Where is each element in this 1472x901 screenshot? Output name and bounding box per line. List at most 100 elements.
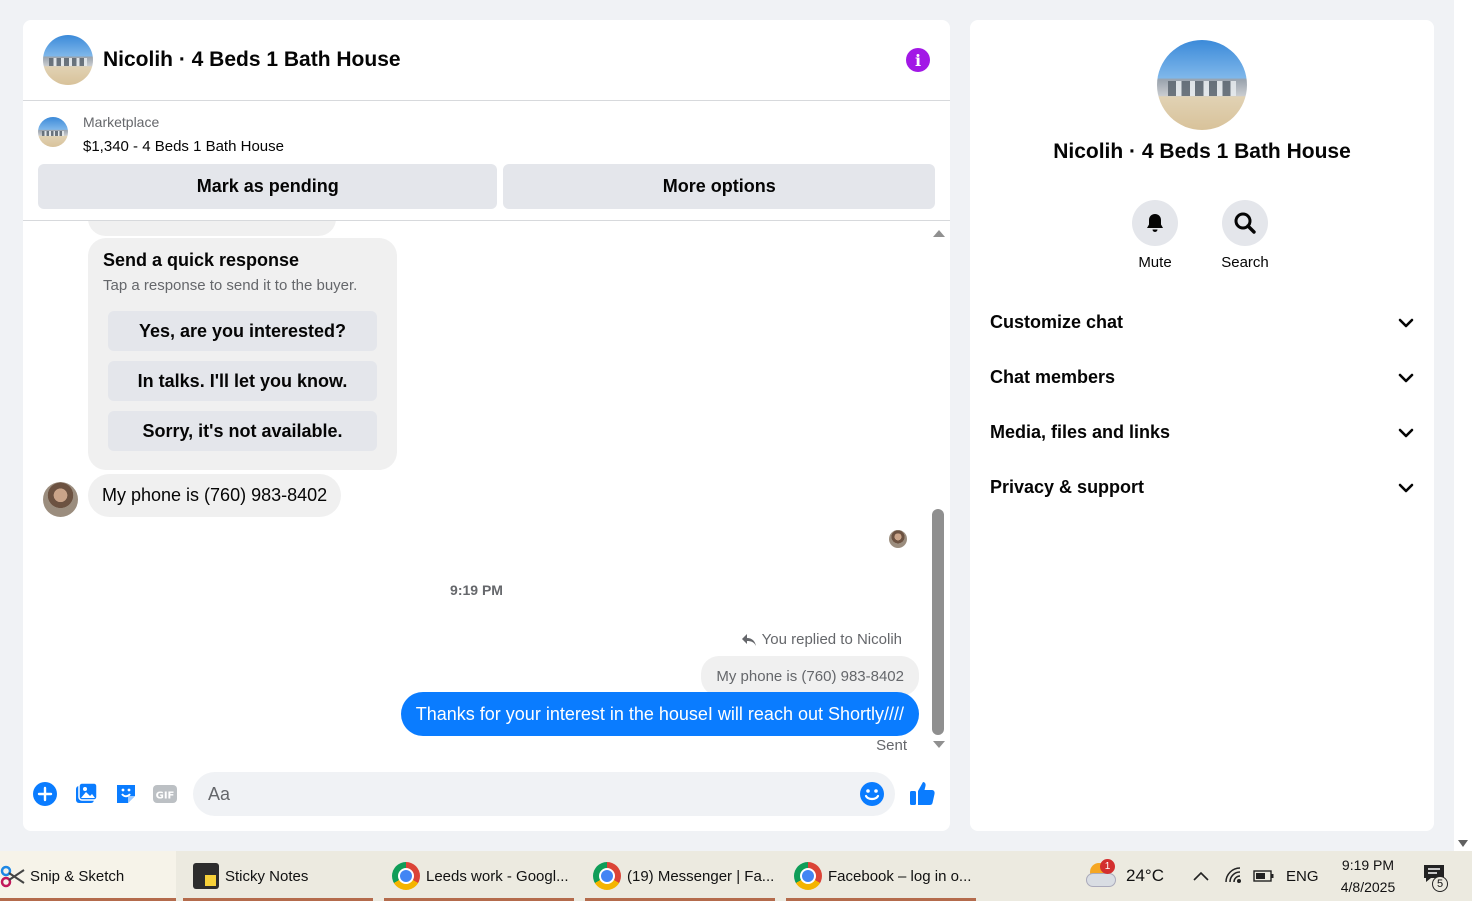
- message-input[interactable]: Aa: [193, 772, 895, 816]
- chat-header: Nicolih · 4 Beds 1 Bath House i: [23, 20, 950, 101]
- language-indicator[interactable]: ENG: [1286, 851, 1319, 901]
- svg-text:GIF: GIF: [156, 791, 175, 802]
- clock-date: 4/8/2025: [1340, 879, 1396, 895]
- message-input-placeholder: Aa: [208, 783, 231, 804]
- taskbar-app-label: (19) Messenger | Fa...: [627, 867, 775, 885]
- sticky-notes-icon: [193, 863, 219, 889]
- listing-banner: Marketplace $1,340 - 4 Beds 1 Bath House…: [23, 101, 950, 221]
- network-status[interactable]: [1224, 851, 1244, 901]
- reply-indicator: You replied to Nicolih: [741, 631, 902, 648]
- quick-response-card: Send a quick response Tap a response to …: [88, 238, 397, 470]
- chevron-down-icon: [1398, 373, 1414, 382]
- notification-count: 5: [1432, 876, 1448, 892]
- quick-response-option[interactable]: In talks. I'll let you know.: [108, 361, 377, 401]
- emoji-icon[interactable]: [859, 781, 885, 807]
- notification-icon: 5: [1420, 861, 1450, 892]
- battery-icon: [1253, 870, 1274, 882]
- scroll-down-arrow-icon[interactable]: [1458, 840, 1468, 847]
- listing-source: Marketplace: [83, 114, 160, 130]
- taskbar-app-chrome-facebook[interactable]: Facebook – log in o...: [786, 851, 976, 901]
- taskbar-app-label: Facebook – log in o...: [828, 867, 972, 885]
- snip-sketch-icon: [0, 865, 25, 888]
- sticker-icon[interactable]: [113, 781, 139, 807]
- listing-price-title[interactable]: $1,340 - 4 Beds 1 Bath House: [83, 138, 284, 155]
- message-scrollbar[interactable]: [928, 221, 950, 761]
- weather-widget[interactable]: 1 24°C: [1086, 851, 1164, 901]
- sent-status: Sent: [876, 737, 907, 754]
- section-label: Chat members: [990, 367, 1116, 387]
- taskbar-app-chrome-leeds[interactable]: Leeds work - Googl...: [384, 851, 574, 901]
- page-scrollbar[interactable]: [1454, 0, 1472, 851]
- taskbar-app-label: Sticky Notes: [225, 867, 309, 885]
- reply-icon: [741, 633, 756, 646]
- seen-indicator-avatar: [889, 530, 907, 548]
- mute-label: Mute: [1138, 254, 1172, 271]
- incoming-message-bubble[interactable]: My phone is (760) 983-8402: [88, 474, 342, 517]
- quick-response-subtitle: Tap a response to send it to the buyer.: [103, 277, 358, 294]
- chevron-down-icon: [1398, 428, 1414, 437]
- taskbar-app-sticky-notes[interactable]: Sticky Notes: [183, 851, 373, 901]
- listing-thumbnail[interactable]: [38, 117, 68, 147]
- plus-icon[interactable]: [32, 781, 58, 807]
- chrome-icon: [593, 862, 621, 890]
- media-files-links-section[interactable]: Media, files and links: [970, 405, 1434, 460]
- chat-title[interactable]: Nicolih · 4 Beds 1 Bath House: [103, 48, 906, 72]
- chrome-icon: [392, 862, 420, 890]
- wifi-icon: [1225, 867, 1241, 883]
- sender-avatar[interactable]: [43, 482, 78, 517]
- chat-members-section[interactable]: Chat members: [970, 350, 1434, 405]
- clock-time: 9:19 PM: [1341, 857, 1395, 873]
- clock[interactable]: 9:19 PM 4/8/2025: [1330, 851, 1406, 901]
- show-hidden-icons-button[interactable]: [1192, 851, 1210, 901]
- mark-pending-button[interactable]: Mark as pending: [38, 164, 498, 209]
- info-icon[interactable]: i: [906, 48, 930, 72]
- weather-temp: 24°C: [1126, 866, 1164, 885]
- chat-avatar[interactable]: [43, 35, 93, 85]
- message-timestamp: 9:19 PM: [450, 582, 503, 598]
- privacy-support-section[interactable]: Privacy & support: [970, 460, 1434, 515]
- section-label: Customize chat: [990, 312, 1124, 332]
- profile-name[interactable]: Nicolih · 4 Beds 1 Bath House: [970, 140, 1434, 164]
- section-label: Media, files and links: [990, 422, 1171, 442]
- scrollbar-thumb[interactable]: [932, 509, 944, 735]
- scroll-down-arrow-icon[interactable]: [933, 741, 945, 748]
- chrome-icon: [794, 862, 822, 890]
- taskbar: Snip & Sketch Sticky Notes Leeds work - …: [0, 851, 1472, 901]
- taskbar-app-label: Snip & Sketch: [30, 867, 125, 885]
- mute-button[interactable]: Mute: [1115, 200, 1195, 271]
- profile-avatar[interactable]: [1157, 40, 1247, 130]
- bell-icon: [1147, 214, 1163, 232]
- sent-message-bubble[interactable]: Thanks for your interest in the houseI w…: [400, 692, 919, 736]
- conversation-info-panel: Nicolih · 4 Beds 1 Bath House Mute Searc…: [970, 20, 1434, 831]
- section-label: Privacy & support: [990, 477, 1145, 497]
- weather-icon: 1: [1086, 859, 1118, 891]
- chat-panel: Nicolih · 4 Beds 1 Bath House i Marketpl…: [23, 20, 950, 831]
- language-label: ENG: [1286, 867, 1319, 885]
- message-list: Send a quick response Tap a response to …: [23, 221, 950, 761]
- search-icon: [1234, 212, 1256, 234]
- customize-chat-section[interactable]: Customize chat: [970, 295, 1434, 350]
- taskbar-app-label: Leeds work - Googl...: [426, 867, 569, 885]
- chevron-down-icon: [1398, 318, 1414, 327]
- taskbar-app-snip-sketch[interactable]: Snip & Sketch: [0, 851, 176, 901]
- more-options-button[interactable]: More options: [503, 164, 935, 209]
- search-button[interactable]: Search: [1205, 200, 1285, 271]
- search-label: Search: [1221, 254, 1269, 271]
- quick-response-option[interactable]: Sorry, it's not available.: [108, 411, 377, 451]
- scroll-up-arrow-icon[interactable]: [933, 230, 945, 237]
- battery-status[interactable]: [1253, 851, 1275, 901]
- previous-message-bubble: [88, 221, 336, 236]
- notification-center-button[interactable]: 5: [1420, 851, 1450, 901]
- photo-icon[interactable]: [73, 781, 99, 807]
- quoted-message[interactable]: My phone is (760) 983-8402: [701, 656, 919, 696]
- reply-label: You replied to Nicolih: [761, 631, 902, 648]
- weather-badge: 1: [1100, 859, 1115, 874]
- message-composer: GIF Aa: [23, 768, 950, 820]
- quick-response-option[interactable]: Yes, are you interested?: [108, 311, 377, 351]
- chevron-down-icon: [1398, 483, 1414, 492]
- chevron-up-icon: [1193, 871, 1209, 881]
- thumbs-up-icon[interactable]: [908, 779, 936, 807]
- taskbar-app-chrome-messenger[interactable]: (19) Messenger | Fa...: [585, 851, 775, 901]
- gif-icon[interactable]: GIF: [152, 781, 178, 807]
- quick-response-title: Send a quick response: [103, 250, 300, 270]
